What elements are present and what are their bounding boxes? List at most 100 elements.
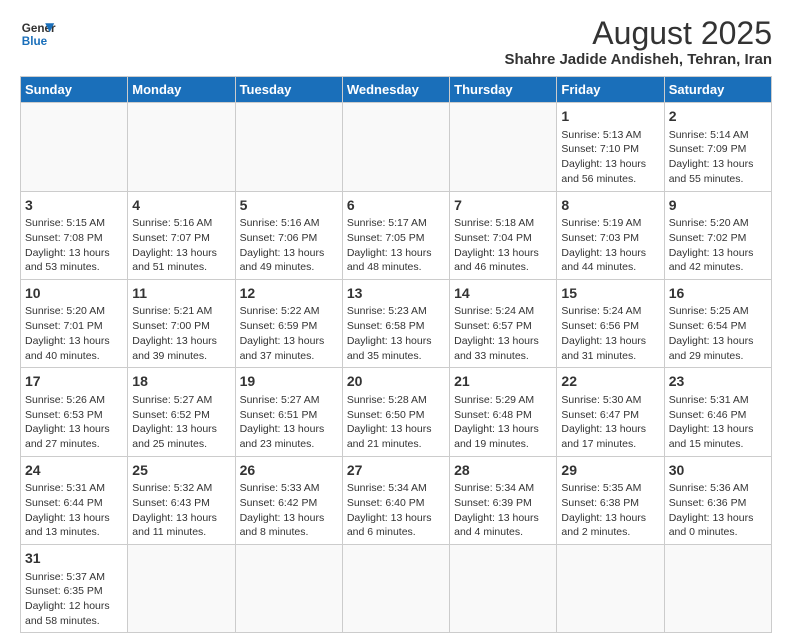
day-info: Sunrise: 5:14 AM Sunset: 7:09 PM Dayligh… xyxy=(669,129,754,185)
day-info: Sunrise: 5:36 AM Sunset: 6:36 PM Dayligh… xyxy=(669,482,754,538)
day-number: 12 xyxy=(240,284,338,304)
week-row-5: 31Sunrise: 5:37 AM Sunset: 6:35 PM Dayli… xyxy=(21,544,772,632)
day-info: Sunrise: 5:21 AM Sunset: 7:00 PM Dayligh… xyxy=(132,305,217,361)
subtitle: Shahre Jadide Andisheh, Tehran, Iran xyxy=(504,51,772,68)
day-info: Sunrise: 5:34 AM Sunset: 6:40 PM Dayligh… xyxy=(347,482,432,538)
calendar-cell: 4Sunrise: 5:16 AM Sunset: 7:07 PM Daylig… xyxy=(128,191,235,279)
day-number: 19 xyxy=(240,372,338,392)
day-number: 23 xyxy=(669,372,767,392)
day-number: 3 xyxy=(25,196,123,216)
calendar-cell: 15Sunrise: 5:24 AM Sunset: 6:56 PM Dayli… xyxy=(557,279,664,367)
week-row-2: 10Sunrise: 5:20 AM Sunset: 7:01 PM Dayli… xyxy=(21,279,772,367)
calendar-cell: 18Sunrise: 5:27 AM Sunset: 6:52 PM Dayli… xyxy=(128,368,235,456)
day-number: 16 xyxy=(669,284,767,304)
calendar-cell xyxy=(235,544,342,632)
calendar-cell: 6Sunrise: 5:17 AM Sunset: 7:05 PM Daylig… xyxy=(342,191,449,279)
calendar-cell: 2Sunrise: 5:14 AM Sunset: 7:09 PM Daylig… xyxy=(664,103,771,191)
calendar-cell: 12Sunrise: 5:22 AM Sunset: 6:59 PM Dayli… xyxy=(235,279,342,367)
day-number: 9 xyxy=(669,196,767,216)
calendar-cell: 26Sunrise: 5:33 AM Sunset: 6:42 PM Dayli… xyxy=(235,456,342,544)
day-info: Sunrise: 5:16 AM Sunset: 7:07 PM Dayligh… xyxy=(132,217,217,273)
calendar-cell: 3Sunrise: 5:15 AM Sunset: 7:08 PM Daylig… xyxy=(21,191,128,279)
calendar-cell: 23Sunrise: 5:31 AM Sunset: 6:46 PM Dayli… xyxy=(664,368,771,456)
day-number: 7 xyxy=(454,196,552,216)
day-number: 15 xyxy=(561,284,659,304)
header-thursday: Thursday xyxy=(450,77,557,103)
day-info: Sunrise: 5:15 AM Sunset: 7:08 PM Dayligh… xyxy=(25,217,110,273)
week-row-0: 1Sunrise: 5:13 AM Sunset: 7:10 PM Daylig… xyxy=(21,103,772,191)
calendar-cell xyxy=(342,103,449,191)
logo: General Blue xyxy=(20,16,56,52)
calendar-cell: 11Sunrise: 5:21 AM Sunset: 7:00 PM Dayli… xyxy=(128,279,235,367)
calendar-cell: 29Sunrise: 5:35 AM Sunset: 6:38 PM Dayli… xyxy=(557,456,664,544)
calendar-cell xyxy=(235,103,342,191)
day-number: 2 xyxy=(669,107,767,127)
calendar-cell xyxy=(557,544,664,632)
calendar-cell xyxy=(342,544,449,632)
calendar-cell: 20Sunrise: 5:28 AM Sunset: 6:50 PM Dayli… xyxy=(342,368,449,456)
day-number: 30 xyxy=(669,461,767,481)
day-number: 31 xyxy=(25,549,123,569)
header-friday: Friday xyxy=(557,77,664,103)
day-number: 20 xyxy=(347,372,445,392)
calendar-cell: 21Sunrise: 5:29 AM Sunset: 6:48 PM Dayli… xyxy=(450,368,557,456)
calendar-cell: 28Sunrise: 5:34 AM Sunset: 6:39 PM Dayli… xyxy=(450,456,557,544)
calendar-cell xyxy=(450,103,557,191)
header-tuesday: Tuesday xyxy=(235,77,342,103)
day-number: 24 xyxy=(25,461,123,481)
day-number: 6 xyxy=(347,196,445,216)
day-info: Sunrise: 5:27 AM Sunset: 6:52 PM Dayligh… xyxy=(132,394,217,450)
main-title: August 2025 xyxy=(504,16,772,51)
header-monday: Monday xyxy=(128,77,235,103)
day-info: Sunrise: 5:34 AM Sunset: 6:39 PM Dayligh… xyxy=(454,482,539,538)
header-saturday: Saturday xyxy=(664,77,771,103)
calendar-cell: 30Sunrise: 5:36 AM Sunset: 6:36 PM Dayli… xyxy=(664,456,771,544)
calendar-cell: 24Sunrise: 5:31 AM Sunset: 6:44 PM Dayli… xyxy=(21,456,128,544)
day-info: Sunrise: 5:32 AM Sunset: 6:43 PM Dayligh… xyxy=(132,482,217,538)
calendar-cell xyxy=(450,544,557,632)
calendar-cell: 7Sunrise: 5:18 AM Sunset: 7:04 PM Daylig… xyxy=(450,191,557,279)
calendar-cell: 13Sunrise: 5:23 AM Sunset: 6:58 PM Dayli… xyxy=(342,279,449,367)
day-info: Sunrise: 5:18 AM Sunset: 7:04 PM Dayligh… xyxy=(454,217,539,273)
calendar-cell: 17Sunrise: 5:26 AM Sunset: 6:53 PM Dayli… xyxy=(21,368,128,456)
day-info: Sunrise: 5:22 AM Sunset: 6:59 PM Dayligh… xyxy=(240,305,325,361)
day-info: Sunrise: 5:17 AM Sunset: 7:05 PM Dayligh… xyxy=(347,217,432,273)
page: General Blue August 2025 Shahre Jadide A… xyxy=(0,0,792,643)
week-row-4: 24Sunrise: 5:31 AM Sunset: 6:44 PM Dayli… xyxy=(21,456,772,544)
day-number: 14 xyxy=(454,284,552,304)
day-number: 1 xyxy=(561,107,659,127)
calendar-cell: 9Sunrise: 5:20 AM Sunset: 7:02 PM Daylig… xyxy=(664,191,771,279)
day-info: Sunrise: 5:25 AM Sunset: 6:54 PM Dayligh… xyxy=(669,305,754,361)
day-info: Sunrise: 5:16 AM Sunset: 7:06 PM Dayligh… xyxy=(240,217,325,273)
calendar-cell: 19Sunrise: 5:27 AM Sunset: 6:51 PM Dayli… xyxy=(235,368,342,456)
day-number: 17 xyxy=(25,372,123,392)
day-number: 11 xyxy=(132,284,230,304)
svg-text:Blue: Blue xyxy=(22,35,48,48)
calendar-cell: 14Sunrise: 5:24 AM Sunset: 6:57 PM Dayli… xyxy=(450,279,557,367)
calendar-cell: 5Sunrise: 5:16 AM Sunset: 7:06 PM Daylig… xyxy=(235,191,342,279)
day-info: Sunrise: 5:13 AM Sunset: 7:10 PM Dayligh… xyxy=(561,129,646,185)
day-number: 25 xyxy=(132,461,230,481)
day-info: Sunrise: 5:20 AM Sunset: 7:01 PM Dayligh… xyxy=(25,305,110,361)
header-sunday: Sunday xyxy=(21,77,128,103)
day-number: 28 xyxy=(454,461,552,481)
day-info: Sunrise: 5:37 AM Sunset: 6:35 PM Dayligh… xyxy=(25,571,110,627)
day-info: Sunrise: 5:24 AM Sunset: 6:56 PM Dayligh… xyxy=(561,305,646,361)
day-number: 4 xyxy=(132,196,230,216)
day-number: 18 xyxy=(132,372,230,392)
day-number: 26 xyxy=(240,461,338,481)
day-info: Sunrise: 5:33 AM Sunset: 6:42 PM Dayligh… xyxy=(240,482,325,538)
day-info: Sunrise: 5:29 AM Sunset: 6:48 PM Dayligh… xyxy=(454,394,539,450)
day-info: Sunrise: 5:20 AM Sunset: 7:02 PM Dayligh… xyxy=(669,217,754,273)
calendar-cell xyxy=(128,103,235,191)
day-info: Sunrise: 5:31 AM Sunset: 6:44 PM Dayligh… xyxy=(25,482,110,538)
day-number: 10 xyxy=(25,284,123,304)
day-info: Sunrise: 5:28 AM Sunset: 6:50 PM Dayligh… xyxy=(347,394,432,450)
calendar-cell: 16Sunrise: 5:25 AM Sunset: 6:54 PM Dayli… xyxy=(664,279,771,367)
header-wednesday: Wednesday xyxy=(342,77,449,103)
calendar-cell xyxy=(21,103,128,191)
day-number: 21 xyxy=(454,372,552,392)
calendar-cell: 1Sunrise: 5:13 AM Sunset: 7:10 PM Daylig… xyxy=(557,103,664,191)
calendar-cell: 22Sunrise: 5:30 AM Sunset: 6:47 PM Dayli… xyxy=(557,368,664,456)
calendar-cell: 31Sunrise: 5:37 AM Sunset: 6:35 PM Dayli… xyxy=(21,544,128,632)
